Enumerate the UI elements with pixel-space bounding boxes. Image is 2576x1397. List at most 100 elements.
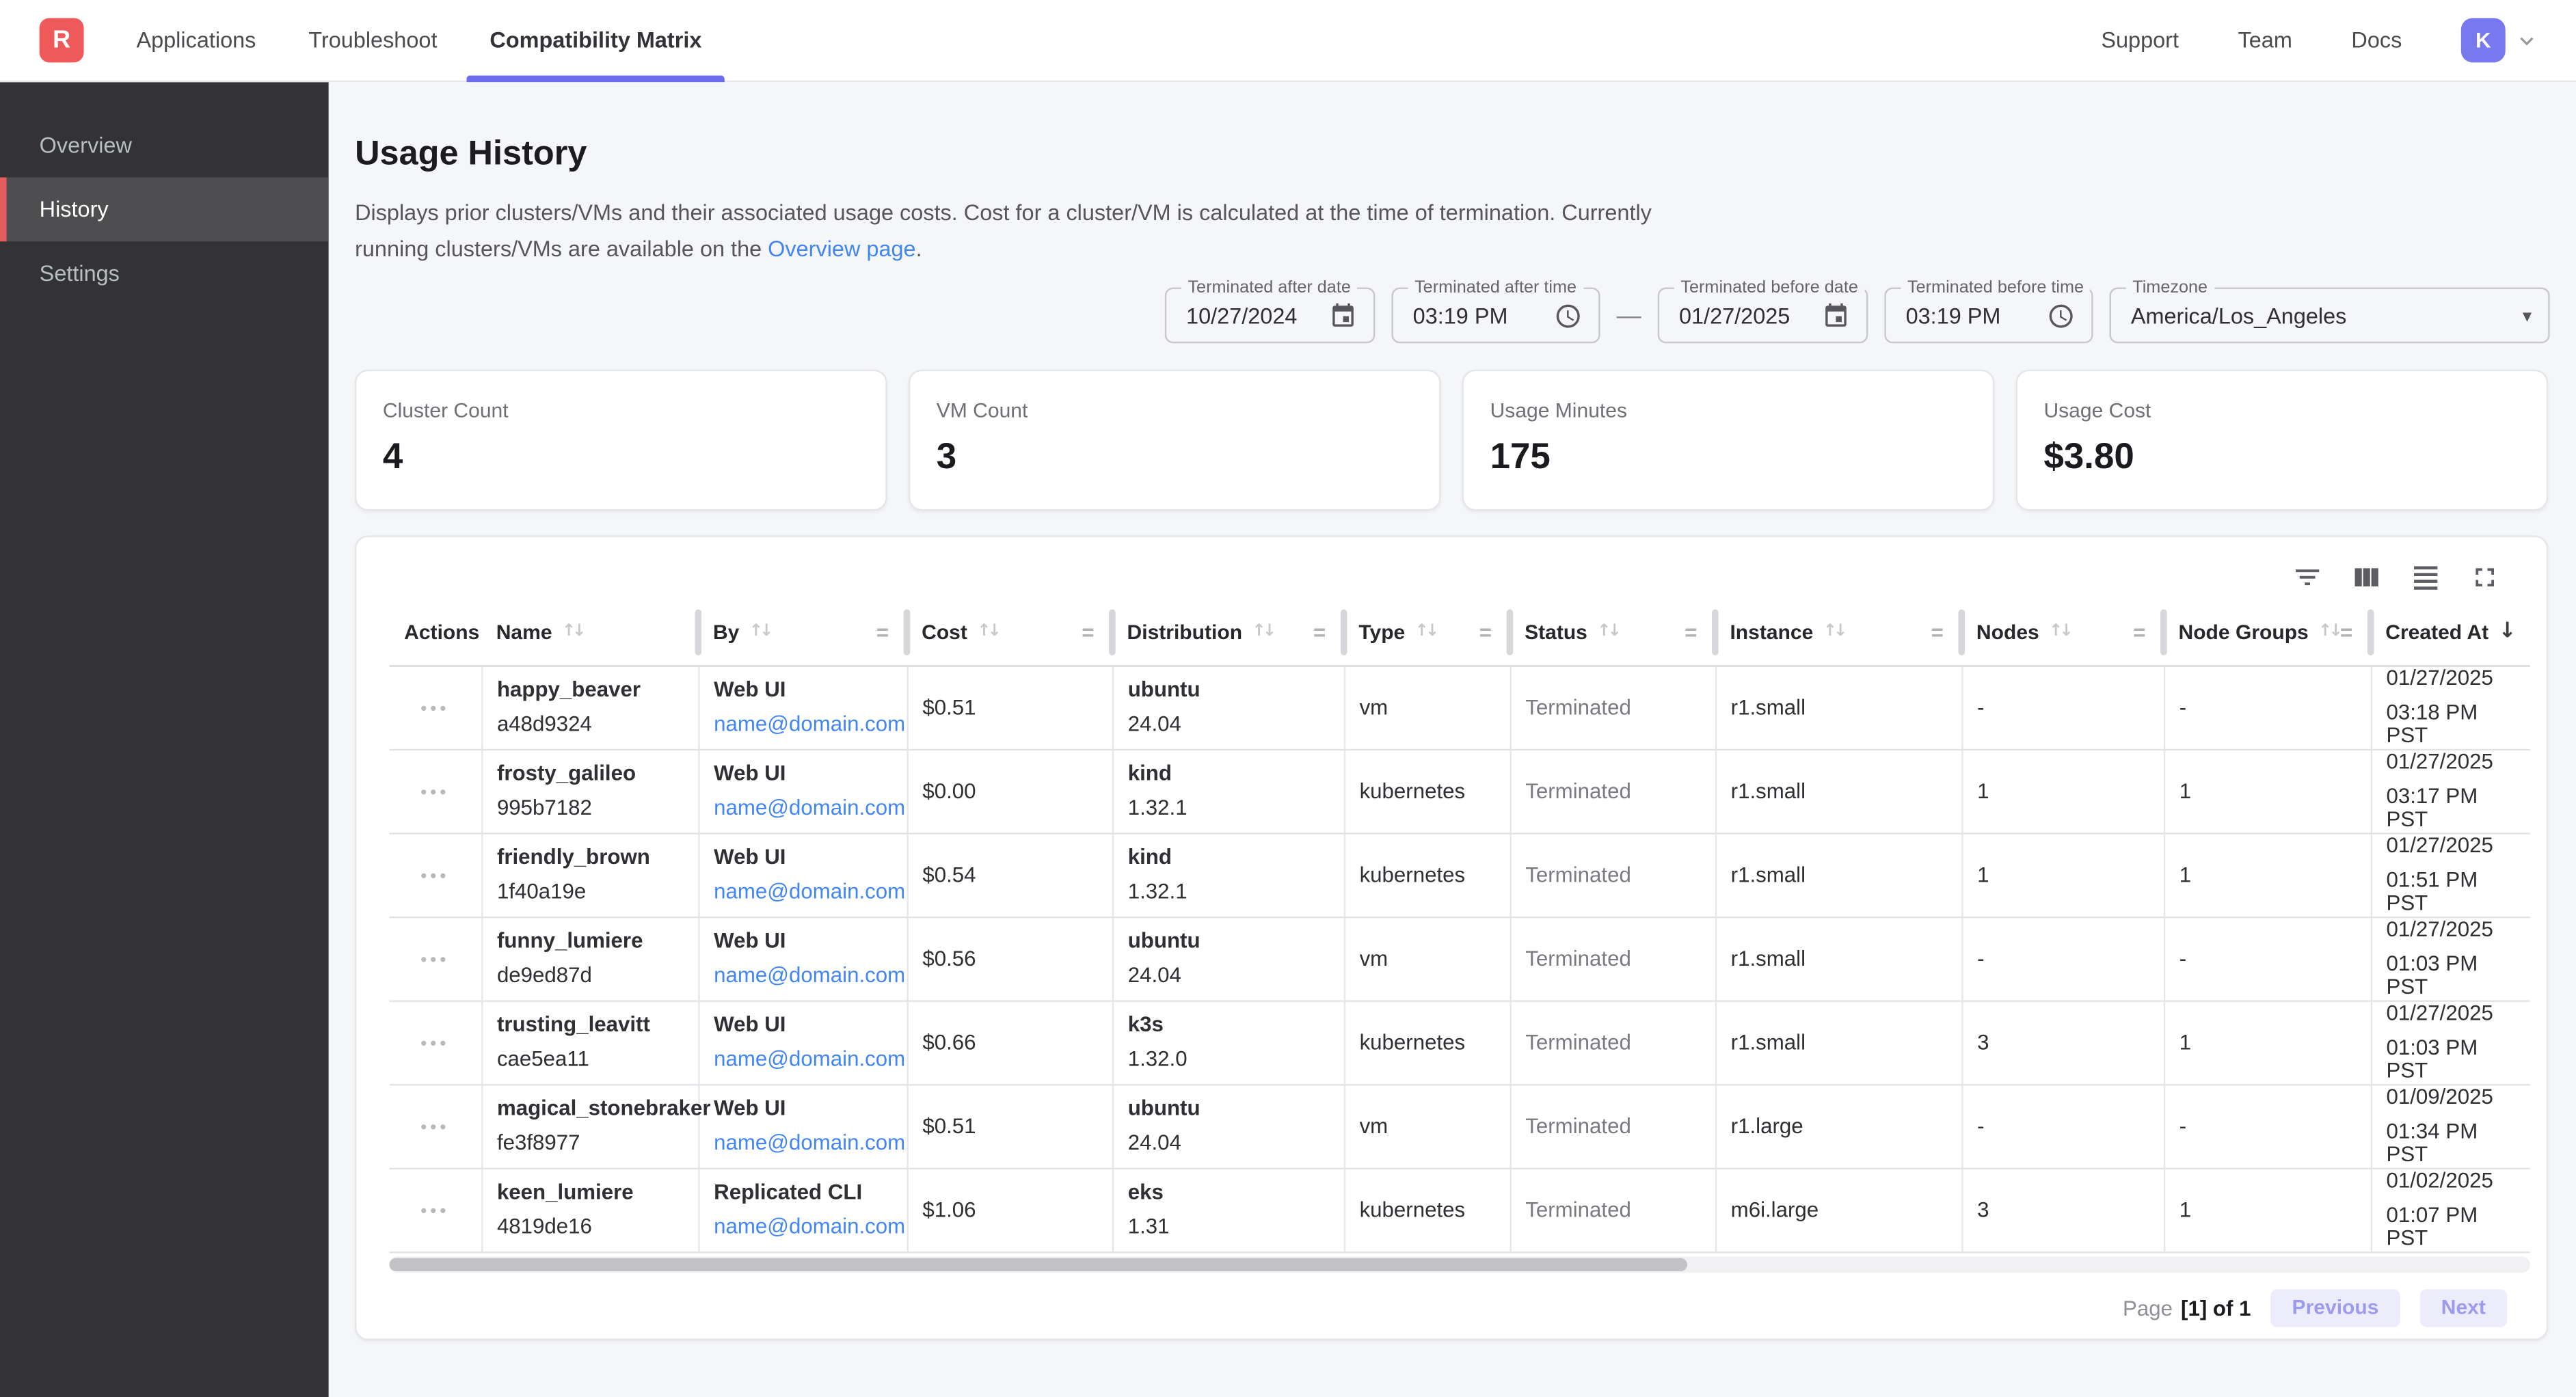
drag-handle-icon[interactable]: = <box>1931 620 1944 645</box>
instance-cell: r1.small <box>1715 665 1961 749</box>
node-groups-cell: 1 <box>2164 1168 2371 1252</box>
previous-page-button[interactable]: Previous <box>2270 1288 2400 1326</box>
terminated-after-date-label: Terminated after date <box>1181 277 1358 297</box>
sorted-descending-icon[interactable]: ↓ <box>2499 620 2520 645</box>
sort-icon[interactable]: ↑↓ <box>1597 623 1621 640</box>
column-header-type[interactable]: Type↑↓= <box>1344 599 1510 665</box>
cost-cell: $0.00 <box>907 749 1112 833</box>
column-header-name[interactable]: Name↑↓ <box>481 599 698 665</box>
cluster-name: frosty_galileo <box>497 762 688 785</box>
terminated-after-time-field[interactable]: Terminated after time 03:19 PM <box>1391 288 1600 344</box>
created-by-email-link[interactable]: name@domain.com <box>714 713 896 736</box>
drag-handle-icon[interactable]: = <box>1082 620 1094 645</box>
column-header-distribution[interactable]: Distribution↑↓= <box>1112 599 1344 665</box>
clock-icon[interactable] <box>2047 301 2075 329</box>
status-cell: Terminated <box>1510 917 1715 1001</box>
tab-compatibility-matrix[interactable]: Compatibility Matrix <box>464 0 728 81</box>
terminated-before-date-label: Terminated before date <box>1674 277 1865 297</box>
column-header-node-groups[interactable]: Node Groups↑↓= <box>2164 599 2371 665</box>
created-by-email-link[interactable]: name@domain.com <box>714 880 896 904</box>
terminated-before-time-field[interactable]: Terminated before time 03:19 PM <box>1884 288 2093 344</box>
drag-handle-icon[interactable]: = <box>2340 620 2352 645</box>
created-by-email-link[interactable]: name@domain.com <box>714 1048 896 1071</box>
drag-handle-icon[interactable]: = <box>1685 620 1697 645</box>
cost-cell: $0.66 <box>907 1000 1112 1084</box>
column-header-cost[interactable]: Cost↑↓= <box>907 599 1112 665</box>
created-by-email-link[interactable]: name@domain.com <box>714 1215 896 1238</box>
sort-icon[interactable]: ↑↓ <box>2049 623 2073 640</box>
row-actions-icon[interactable]: ••• <box>420 951 449 971</box>
fullscreen-icon[interactable] <box>2467 560 2500 593</box>
timezone-select[interactable]: Timezone America/Los_Angeles ▾ <box>2110 288 2550 344</box>
card-label: Usage Cost <box>2043 399 2520 422</box>
tab-applications[interactable]: Applications <box>110 0 282 81</box>
cost-cell: $0.56 <box>907 917 1112 1001</box>
tab-troubleshoot[interactable]: Troubleshoot <box>282 0 464 81</box>
clock-icon[interactable] <box>1554 301 1582 329</box>
table-toolbar <box>356 537 2546 599</box>
cost-cell: $0.51 <box>907 1084 1112 1168</box>
sort-icon[interactable]: ↑↓ <box>1823 623 1847 640</box>
terminated-before-date-field[interactable]: Terminated before date 01/27/2025 <box>1658 288 1868 344</box>
sort-icon[interactable]: ↑↓ <box>562 623 586 640</box>
select-caret-icon[interactable]: ▾ <box>2523 305 2532 326</box>
column-label: Created At <box>2385 621 2488 644</box>
column-header-status[interactable]: Status↑↓= <box>1510 599 1715 665</box>
overview-page-link[interactable]: Overview page <box>768 236 915 260</box>
column-header-instance[interactable]: Instance↑↓= <box>1715 599 1961 665</box>
row-actions-icon[interactable]: ••• <box>420 867 449 887</box>
link-support[interactable]: Support <box>2101 28 2179 53</box>
distribution-version: 1.32.0 <box>1128 1048 1333 1071</box>
created-by-email-link[interactable]: name@domain.com <box>714 797 896 820</box>
sort-icon[interactable]: ↑↓ <box>1252 623 1276 640</box>
nodes-cell: 3 <box>1961 1000 2164 1084</box>
sort-icon[interactable]: ↑↓ <box>1415 623 1439 640</box>
calendar-icon[interactable] <box>1329 301 1357 329</box>
created-time: 03:17 PM PST <box>2387 785 2521 831</box>
calendar-icon[interactable] <box>1822 301 1850 329</box>
page-value: [1] of 1 <box>2181 1295 2251 1320</box>
terminated-after-date-field[interactable]: Terminated after date 10/27/2024 <box>1165 288 1376 344</box>
card-label: VM Count <box>937 399 1413 422</box>
sort-icon[interactable]: ↑↓ <box>977 623 1001 640</box>
sidebar-item-history[interactable]: History <box>0 178 329 242</box>
sort-icon[interactable]: ↑↓ <box>2318 623 2342 640</box>
column-header-created-at[interactable]: Created At ↓ <box>2371 599 2530 665</box>
drag-handle-icon[interactable]: = <box>2133 620 2145 645</box>
created-by-email-link[interactable]: name@domain.com <box>714 1132 896 1155</box>
distribution-name: eks <box>1128 1181 1333 1204</box>
chevron-down-icon[interactable] <box>2514 27 2540 53</box>
cluster-id: fe3f8977 <box>497 1132 688 1155</box>
scrollbar-thumb[interactable] <box>390 1258 1687 1271</box>
sort-icon[interactable]: ↑↓ <box>749 623 773 640</box>
row-actions-icon[interactable]: ••• <box>420 1202 449 1222</box>
replicated-logo[interactable]: R <box>40 18 84 62</box>
created-date: 01/27/2025 <box>2387 1002 2521 1025</box>
primary-tabs: Applications Troubleshoot Compatibility … <box>110 0 728 81</box>
show-hide-columns-icon[interactable] <box>2349 560 2382 593</box>
avatar[interactable]: K <box>2461 18 2506 62</box>
sidebar-item-settings[interactable]: Settings <box>0 241 329 306</box>
filter-icon[interactable] <box>2290 560 2323 593</box>
card-label: Cluster Count <box>383 399 859 422</box>
row-actions-icon[interactable]: ••• <box>420 1035 449 1055</box>
row-actions-icon[interactable]: ••• <box>420 1119 449 1139</box>
drag-handle-icon[interactable]: = <box>1313 620 1326 645</box>
row-density-icon[interactable] <box>2409 560 2441 593</box>
drag-handle-icon[interactable]: = <box>1479 620 1492 645</box>
column-header-nodes[interactable]: Nodes↑↓= <box>1961 599 2164 665</box>
row-actions-icon[interactable]: ••• <box>420 700 449 720</box>
link-team[interactable]: Team <box>2238 28 2292 53</box>
row-actions-icon[interactable]: ••• <box>420 783 449 803</box>
link-docs[interactable]: Docs <box>2351 28 2402 53</box>
cluster-name: friendly_brown <box>497 846 688 869</box>
sidebar-item-overview[interactable]: Overview <box>0 113 329 178</box>
drag-handle-icon[interactable]: = <box>876 620 889 645</box>
horizontal-scrollbar[interactable] <box>390 1256 2530 1272</box>
terminated-before-time-value: 03:19 PM <box>1906 303 2001 327</box>
created-by-email-link[interactable]: name@domain.com <box>714 964 896 988</box>
next-page-button[interactable]: Next <box>2420 1288 2508 1326</box>
column-header-by[interactable]: By↑↓= <box>698 599 907 665</box>
description-period: . <box>916 236 922 260</box>
type-cell: kubernetes <box>1344 749 1510 833</box>
